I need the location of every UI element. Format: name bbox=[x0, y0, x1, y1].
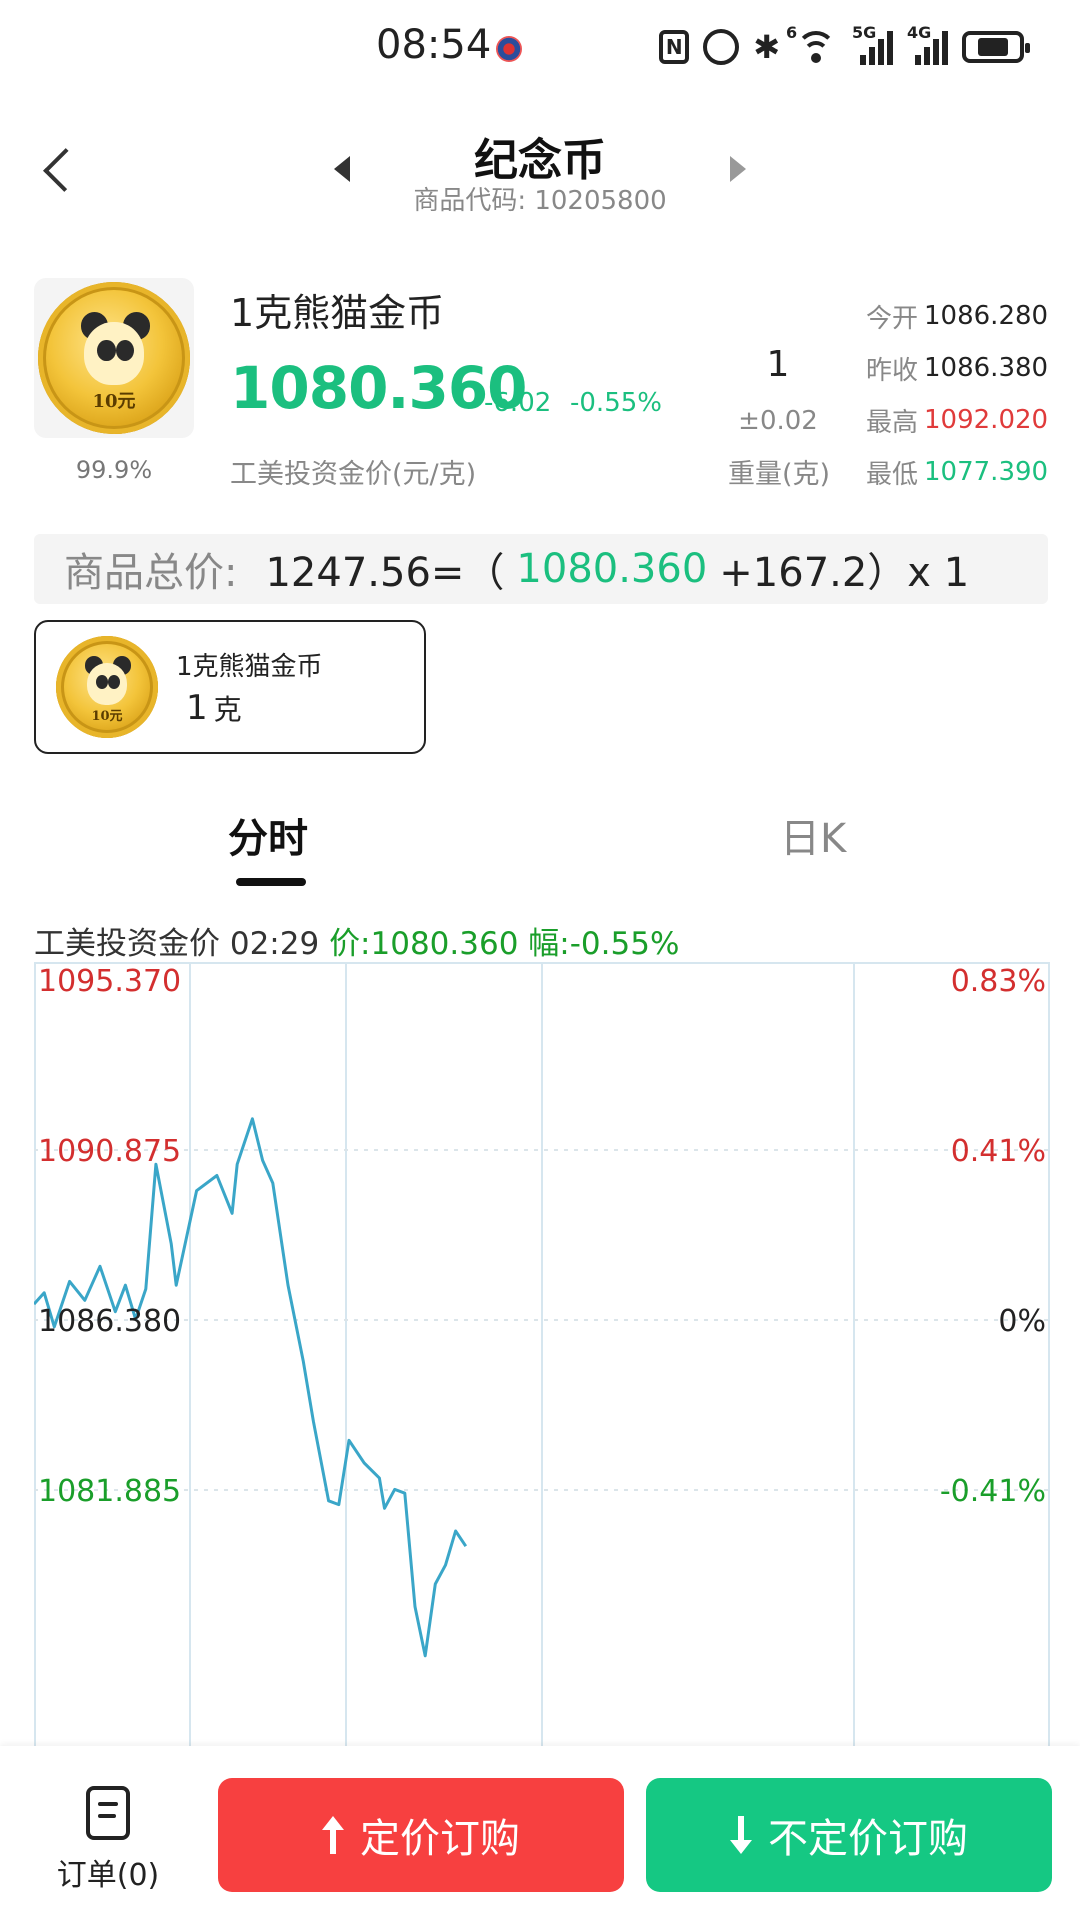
chart-header: 工美投资金价 02:29 价:1080.360 幅:-0.55% bbox=[34, 918, 679, 963]
price-series-line bbox=[34, 1117, 468, 1658]
coin-face-text: 10元 bbox=[91, 708, 123, 724]
purity: 99.9% bbox=[75, 456, 153, 484]
total-extra: +167.2）x 1 bbox=[719, 550, 970, 596]
product-code: 商品代码: 10205800 bbox=[0, 180, 1080, 217]
tab-intraday[interactable]: 分时 bbox=[228, 806, 308, 864]
stat-label: 最高 bbox=[866, 407, 919, 438]
sim1-tag: 5G bbox=[852, 23, 877, 42]
status-icons: N ✱ 6 5G 4G bbox=[659, 23, 1030, 66]
panda-coin-icon: 10元 bbox=[56, 636, 158, 738]
price-stats: 今开 1086.280 昨收 1086.380 最高 1092.020 最低 1… bbox=[866, 290, 1048, 498]
intraday-price-chart[interactable]: 1095.370 1090.875 1086.380 1081.885 0.83% 0.4… bbox=[34, 962, 1050, 1756]
variant-image: 10元 bbox=[56, 636, 158, 738]
fixed-price-order-label: 定价订购 bbox=[360, 1816, 520, 1862]
product-code-value: 10205800 bbox=[534, 186, 667, 216]
product-name: 1克熊猫金币 bbox=[230, 291, 445, 335]
total-unit-price: 1080.360 bbox=[516, 546, 708, 592]
stat-label: 昨收 bbox=[866, 355, 919, 386]
product-code-label: 商品代码: bbox=[413, 186, 527, 216]
price-label: 工美投资金价(元/克) bbox=[230, 459, 477, 490]
y-tick-label-left: 1081.885 bbox=[38, 1474, 181, 1509]
y-tick-label-left: 1090.875 bbox=[38, 1134, 181, 1169]
signal-4g-icon: 4G bbox=[907, 23, 948, 65]
tab-daily-k[interactable]: 日K bbox=[780, 806, 846, 864]
product-image: 10元 bbox=[34, 278, 194, 438]
stat-high: 最高 1092.020 bbox=[866, 394, 1048, 446]
total-price-value: 1247.56=（ bbox=[265, 550, 505, 596]
y-tick-label-right: -0.41% bbox=[940, 1474, 1046, 1509]
y-tick-label-right: 0% bbox=[998, 1304, 1046, 1339]
y-tick-label-right: 0.41% bbox=[951, 1134, 1046, 1169]
document-icon bbox=[86, 1786, 130, 1840]
battery-icon bbox=[962, 31, 1030, 63]
stat-low: 最低 1077.390 bbox=[866, 446, 1048, 498]
total-price-label: 商品总价: bbox=[64, 550, 238, 596]
current-price: 1080.360 bbox=[230, 354, 528, 422]
chart-source: 工美投资金价 bbox=[34, 926, 220, 962]
stat-prev-close: 昨收 1086.380 bbox=[866, 342, 1048, 394]
chart-time: 02:29 bbox=[229, 926, 320, 962]
variant-weight: 1克 bbox=[186, 688, 242, 728]
bluetooth-icon: ✱ bbox=[753, 28, 780, 66]
nfc-icon: N bbox=[659, 30, 690, 64]
fixed-price-order-button[interactable]: 定价订购 bbox=[218, 1778, 624, 1892]
price-change-abs: -6.02 bbox=[484, 388, 552, 418]
market-price-order-button[interactable]: 不定价订购 bbox=[646, 1778, 1052, 1892]
stat-value: 1092.020 bbox=[924, 405, 1049, 435]
arrow-down-icon bbox=[730, 1816, 752, 1854]
weight-value: 1 bbox=[766, 344, 790, 385]
active-tab-indicator bbox=[236, 878, 306, 886]
signal-5g-icon: 5G bbox=[852, 23, 893, 65]
market-price-order-label: 不定价订购 bbox=[768, 1816, 968, 1862]
variant-weight-unit: 克 bbox=[213, 693, 242, 726]
stat-value: 1086.280 bbox=[924, 301, 1049, 331]
variant-weight-value: 1 bbox=[186, 688, 208, 728]
panda-coin-icon: 10元 bbox=[38, 282, 190, 434]
bottom-action-bar: 订单(0) 定价订购 不定价订购 bbox=[0, 1746, 1080, 1920]
stat-value: 1086.380 bbox=[924, 353, 1049, 383]
y-tick-label-left: 1095.370 bbox=[38, 964, 181, 999]
orders-button[interactable]: 订单(0) bbox=[46, 1786, 170, 1896]
chart-price: 价:1080.360 bbox=[329, 926, 519, 962]
notification-badge-icon bbox=[496, 36, 522, 62]
y-tick-label-left: 1086.380 bbox=[38, 1304, 181, 1339]
chart-change: 幅:-0.55% bbox=[528, 926, 680, 962]
wifi-tag: 6 bbox=[786, 23, 798, 42]
stat-value: 1077.390 bbox=[924, 457, 1049, 487]
variant-option-selected[interactable]: 10元 1克熊猫金币 1克 bbox=[34, 620, 426, 754]
stat-label: 最低 bbox=[866, 459, 919, 490]
price-change-pct: -0.55% bbox=[570, 388, 662, 418]
arrow-up-icon bbox=[322, 1816, 344, 1854]
coin-face-text: 10元 bbox=[92, 390, 136, 412]
orders-label: 订单(0) bbox=[56, 1858, 160, 1893]
page-title: 纪念币 bbox=[474, 135, 606, 186]
stat-open: 今开 1086.280 bbox=[866, 290, 1048, 342]
variant-name: 1克熊猫金币 bbox=[176, 652, 323, 682]
status-time: 08:54 bbox=[376, 22, 492, 68]
status-bar: 08:54 N ✱ 6 5G 4G bbox=[0, 0, 1080, 96]
weight-tolerance: ±0.02 bbox=[738, 406, 818, 436]
alarm-icon bbox=[703, 29, 740, 65]
stat-label: 今开 bbox=[866, 303, 919, 334]
total-price-bar: 商品总价: 1247.56=（ 1080.360 +167.2）x 1 bbox=[34, 534, 1048, 604]
y-tick-label-right: 0.83% bbox=[951, 964, 1046, 999]
sim2-tag: 4G bbox=[907, 23, 932, 42]
next-item-arrow-icon[interactable] bbox=[730, 156, 746, 182]
wifi-6-icon: 6 bbox=[786, 23, 838, 65]
weight-label: 重量(克) bbox=[727, 459, 831, 490]
